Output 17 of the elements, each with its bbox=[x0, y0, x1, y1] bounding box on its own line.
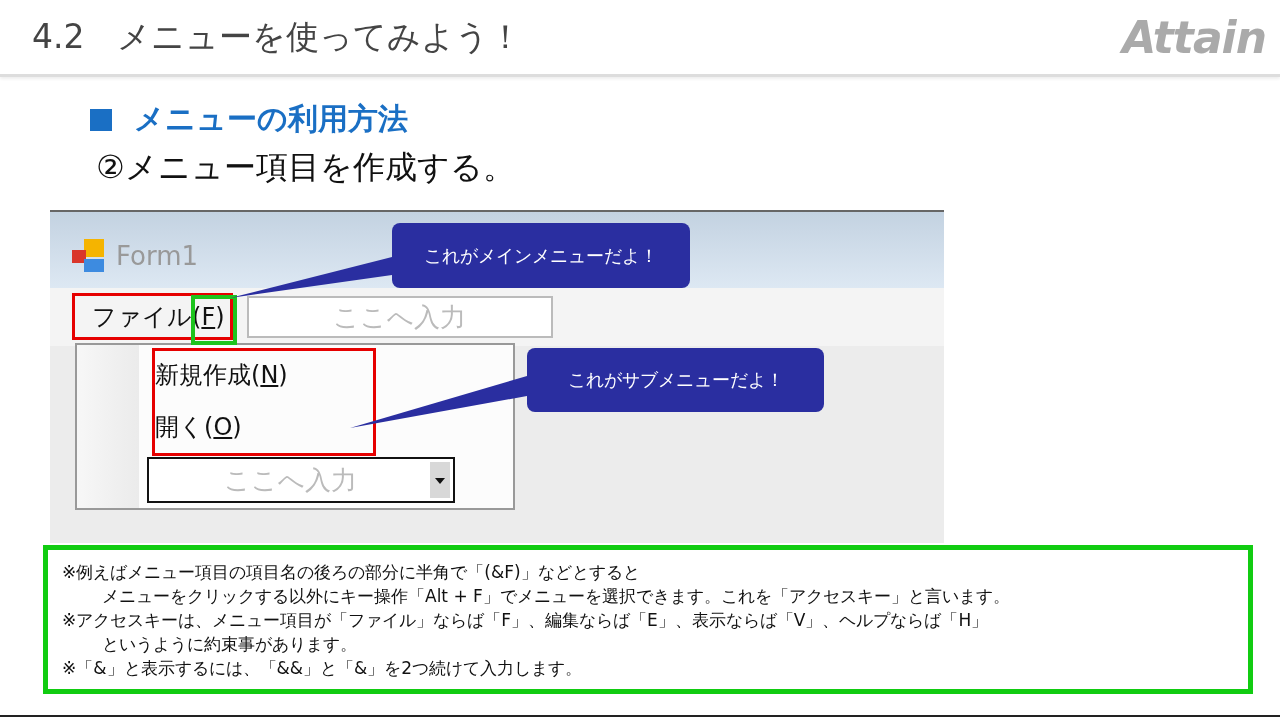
submenu-item[interactable]: 開く(O) bbox=[155, 401, 242, 453]
slide-title: 4.2 メニューを使ってみよう！ bbox=[32, 15, 523, 58]
note-text: ※例えばメニュー項目の項目名の後ろの部分に半角で「(&F)」などとすると bbox=[62, 560, 641, 584]
submenu-item[interactable]: 新規作成(N) bbox=[155, 349, 288, 401]
dropdown-arrow-button[interactable] bbox=[430, 462, 450, 498]
note-text: ※「&」と表示するには、「&&」と「&」を2つ続けて入力します。 bbox=[62, 656, 584, 680]
type-here-field[interactable]: ここへ入力 bbox=[147, 457, 455, 503]
note-text: ※アクセスキーは、メニュー項目が「ファイル」ならば「F」、編集ならば「E」、表示ならば「V」、ヘルプならば「H」 bbox=[62, 608, 990, 632]
note-text: というように約束事があります。 bbox=[101, 632, 358, 656]
section-heading: メニューの利用方法 bbox=[134, 100, 408, 138]
type-here-field[interactable]: ここへ入力 bbox=[246, 296, 553, 338]
step-text: ②メニュー項目を作成する。 bbox=[96, 147, 516, 188]
window-title: Form1 bbox=[116, 241, 199, 271]
note-text: メニューをクリックする以外にキー操作「Alt + F」でメニューを選択できます。これを「アクセスキー」と言います。 bbox=[101, 584, 1011, 608]
callout: これがメインメニューだよ！ bbox=[392, 223, 690, 288]
bullet-square-icon bbox=[90, 108, 112, 131]
window-icon bbox=[70, 238, 106, 274]
